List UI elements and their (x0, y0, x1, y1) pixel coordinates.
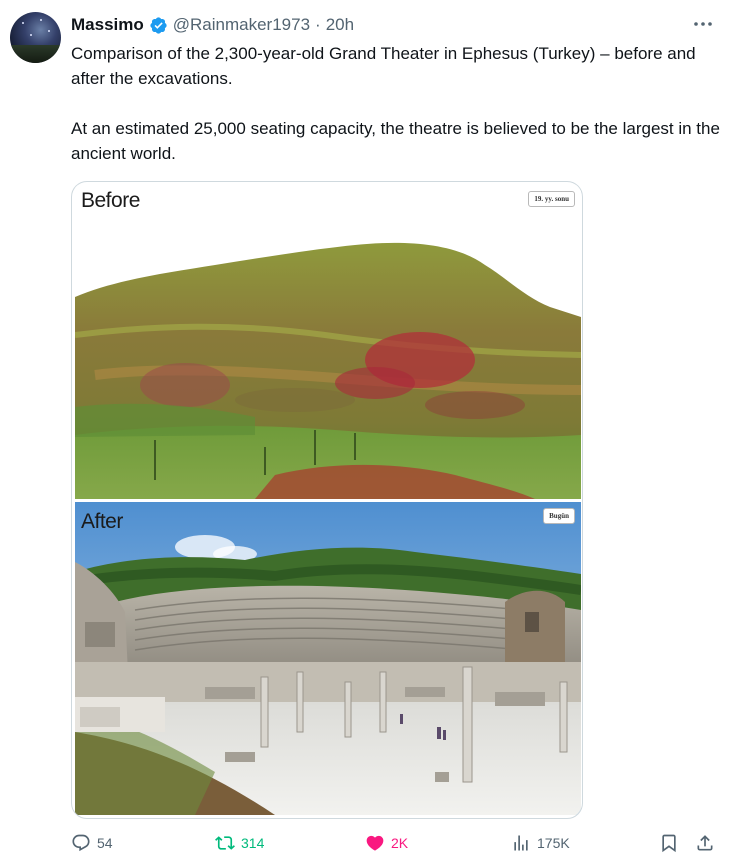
tweet-text: Comparison of the 2,300-year-old Grand T… (71, 41, 721, 166)
bookmark-button[interactable] (659, 833, 679, 853)
share-icon (695, 833, 715, 853)
tweet-image[interactable]: Before 19. yy. sonu After Bugün (71, 181, 583, 819)
more-icon[interactable] (691, 14, 715, 34)
after-label: After (81, 510, 123, 533)
before-label: Before (81, 189, 140, 212)
action-bar: 54 314 2K 175K (71, 833, 721, 863)
timestamp[interactable]: 20h (326, 15, 354, 35)
retweet-icon (215, 833, 235, 853)
like-count: 2K (391, 835, 409, 851)
hill-illustration (75, 185, 581, 499)
retweet-button[interactable]: 314 (215, 833, 264, 853)
reply-icon (71, 833, 91, 853)
before-date-tag: 19. yy. sonu (528, 191, 575, 207)
before-photo: Before 19. yy. sonu (75, 185, 581, 499)
tweet-card[interactable]: Massimo @Rainmaker1973 · 20h Comparison … (0, 0, 729, 865)
author-handle[interactable]: @Rainmaker1973 (173, 15, 310, 35)
separator-dot: · (315, 15, 321, 34)
views-button[interactable]: 175K (511, 833, 570, 853)
like-button[interactable]: 2K (365, 833, 408, 853)
tweet-paragraph: At an estimated 25,000 seating capacity,… (71, 119, 720, 163)
verified-badge-icon (149, 16, 168, 35)
after-photo: After Bugün (75, 502, 581, 815)
like-icon (365, 833, 385, 853)
avatar[interactable] (10, 12, 61, 63)
author-name[interactable]: Massimo (71, 15, 144, 35)
theater-illustration (75, 502, 581, 815)
after-date-tag: Bugün (543, 508, 575, 524)
reply-button[interactable]: 54 (71, 833, 113, 853)
tweet-header: Massimo @Rainmaker1973 · 20h (71, 13, 354, 37)
retweet-count: 314 (241, 835, 265, 851)
views-count: 175K (537, 835, 570, 851)
tweet-paragraph: Comparison of the 2,300-year-old Grand T… (71, 44, 696, 88)
reply-count: 54 (97, 835, 113, 851)
share-button[interactable] (695, 833, 715, 853)
views-icon (511, 833, 531, 853)
bookmark-icon (659, 833, 679, 853)
